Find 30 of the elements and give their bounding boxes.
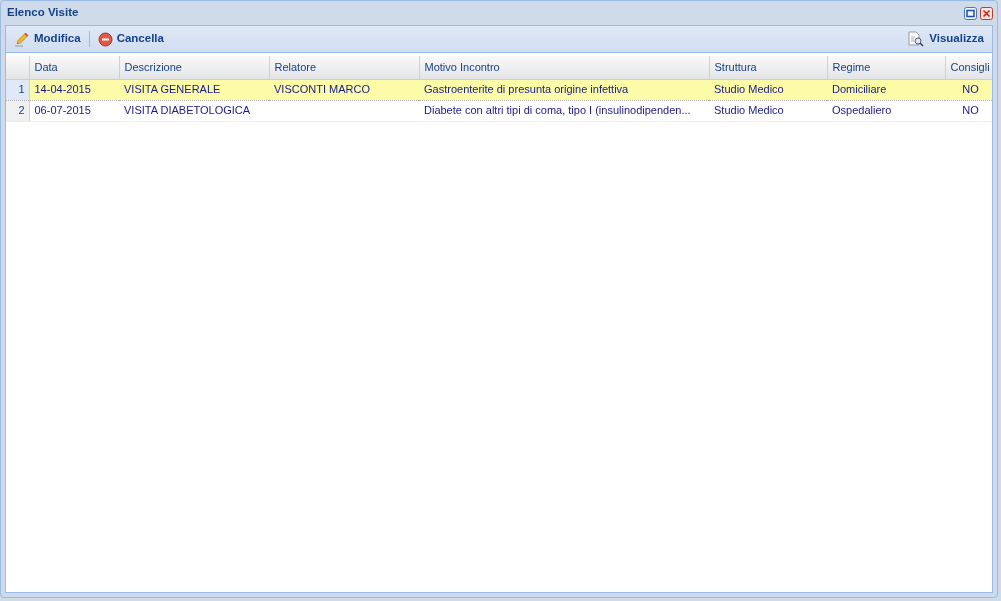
table-cell: VISCONTI MARCO bbox=[269, 79, 419, 100]
column-header[interactable]: Relatore bbox=[269, 56, 419, 79]
table-cell: VISITA GENERALE bbox=[119, 79, 269, 100]
table-cell: 06-07-2015 bbox=[29, 100, 119, 121]
table-cell: Ospedaliero bbox=[827, 100, 945, 121]
column-header[interactable]: Struttura bbox=[709, 56, 827, 79]
column-header[interactable]: Descrizione bbox=[119, 56, 269, 79]
close-icon[interactable] bbox=[980, 6, 993, 20]
table-cell: Studio Medico bbox=[709, 100, 827, 121]
document-search-icon bbox=[907, 31, 926, 47]
table-cell: Gastroenterite di presunta origine infettiva bbox=[419, 79, 709, 100]
view-button[interactable]: Visualizza bbox=[903, 28, 988, 50]
row-number: 2 bbox=[6, 100, 29, 121]
table-cell: NO bbox=[945, 100, 992, 121]
row-number: 1 bbox=[6, 79, 29, 100]
delete-icon bbox=[97, 31, 113, 47]
table-cell: Diabete con altri tipi di coma, tipo I (insulinodipenden... bbox=[419, 100, 709, 121]
maximize-icon[interactable] bbox=[964, 6, 978, 20]
table-cell: Domiciliare bbox=[827, 79, 945, 100]
window-title: Elenco Visite bbox=[6, 5, 79, 21]
column-header[interactable]: Regime bbox=[827, 56, 945, 79]
delete-button[interactable]: Cancella bbox=[93, 28, 168, 50]
pencil-icon bbox=[14, 31, 30, 47]
column-header[interactable]: Consigli bbox=[945, 56, 992, 79]
table-cell: Studio Medico bbox=[709, 79, 827, 100]
table-cell: NO bbox=[945, 79, 992, 100]
edit-button[interactable]: Modifica bbox=[10, 28, 85, 50]
column-header[interactable]: Motivo Incontro bbox=[419, 56, 709, 79]
table-cell: VISITA DIABETOLOGICA bbox=[119, 100, 269, 121]
column-header[interactable]: Data bbox=[29, 56, 119, 79]
